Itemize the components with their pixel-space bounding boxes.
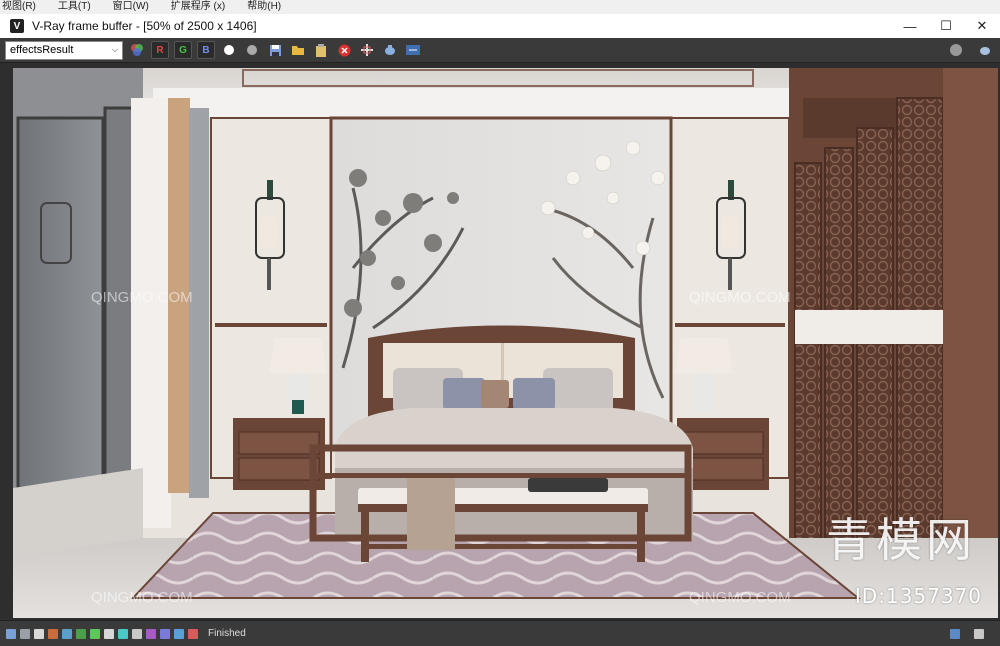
- menu-item-tools[interactable]: 工具(T): [58, 0, 91, 14]
- watermark-logo: 青模网: [826, 513, 976, 567]
- exposure-icon[interactable]: [62, 628, 72, 639]
- watermark-text: QINGMO.COM: [91, 589, 193, 606]
- history-icon[interactable]: [6, 628, 16, 639]
- balance-icon[interactable]: [118, 628, 128, 639]
- rendered-image: QINGMO.COM QINGMO.COM QINGMO.COM QINGMO.…: [13, 68, 998, 618]
- compare-icon[interactable]: [404, 41, 422, 59]
- gray-sphere-icon[interactable]: [243, 41, 261, 59]
- watermark-text: QINGMO.COM: [689, 289, 791, 306]
- stereo-icon[interactable]: [174, 628, 184, 639]
- color-channels-icon[interactable]: [128, 41, 146, 59]
- chevron-down-icon: ⌵: [111, 45, 118, 54]
- save-image-icon[interactable]: [266, 41, 284, 59]
- settings-icon[interactable]: [974, 628, 984, 639]
- region-render-icon[interactable]: [358, 41, 376, 59]
- lens-icon[interactable]: [20, 628, 30, 639]
- vfb-statusbar: Finished: [0, 620, 1000, 646]
- render-status-text: Finished: [208, 628, 246, 639]
- hsv-icon[interactable]: [160, 628, 170, 639]
- render-viewport[interactable]: QINGMO.COM QINGMO.COM QINGMO.COM QINGMO.…: [0, 63, 1000, 620]
- stop-render-icon[interactable]: [335, 41, 353, 59]
- minimize-button[interactable]: —: [892, 14, 928, 38]
- teapot-icon[interactable]: [976, 41, 994, 59]
- red-channel-button[interactable]: R: [151, 41, 169, 59]
- menu-item-help[interactable]: 帮助(H): [247, 0, 281, 14]
- window-titlebar[interactable]: V V-Ray frame buffer - [50% of 2500 x 14…: [0, 14, 1000, 38]
- vray-logo-icon: V: [10, 19, 24, 33]
- green-channel-button[interactable]: G: [174, 41, 192, 59]
- menu-item-extensions[interactable]: 扩展程序 (x): [171, 0, 225, 14]
- curves-icon[interactable]: [90, 628, 100, 639]
- channel-value: effectsResult: [10, 44, 74, 56]
- vray-frame-buffer-app: 视图(R) 工具(T) 窗口(W) 扩展程序 (x) 帮助(H) V V-Ray…: [0, 0, 1000, 646]
- host-menubar: 视图(R) 工具(T) 窗口(W) 扩展程序 (x) 帮助(H): [0, 0, 1000, 14]
- window-title: V-Ray frame buffer - [50% of 2500 x 1406…: [32, 19, 257, 33]
- levels-icon[interactable]: [76, 628, 86, 639]
- blue-channel-button[interactable]: B: [197, 41, 215, 59]
- vfb-toolbar: effectsResult ⌵ R G B: [0, 38, 1000, 63]
- menu-item-view[interactable]: 视图(R): [2, 0, 36, 14]
- open-folder-icon[interactable]: [289, 41, 307, 59]
- channel-icon[interactable]: [188, 628, 198, 639]
- clipboard-icon[interactable]: [312, 41, 330, 59]
- close-button[interactable]: ✕: [964, 14, 1000, 38]
- watermark-text: QINGMO.COM: [689, 589, 791, 606]
- white-circle-icon[interactable]: [220, 41, 238, 59]
- sphere-settings-icon[interactable]: [947, 41, 965, 59]
- lut-icon[interactable]: [132, 628, 142, 639]
- contrast-icon[interactable]: [104, 628, 114, 639]
- render-channel-dropdown[interactable]: effectsResult ⌵: [5, 40, 123, 60]
- maximize-button[interactable]: ☐: [928, 14, 964, 38]
- teapot-render-icon[interactable]: [381, 41, 399, 59]
- color-correct-icon[interactable]: [48, 628, 58, 639]
- watermark-id: ID:1357370: [854, 584, 982, 608]
- ocio-icon[interactable]: [146, 628, 156, 639]
- menu-item-window[interactable]: 窗口(W): [113, 0, 149, 14]
- panel-toggle-icon[interactable]: [950, 628, 960, 639]
- frame-icon[interactable]: [34, 628, 44, 639]
- watermark-text: QINGMO.COM: [91, 289, 193, 306]
